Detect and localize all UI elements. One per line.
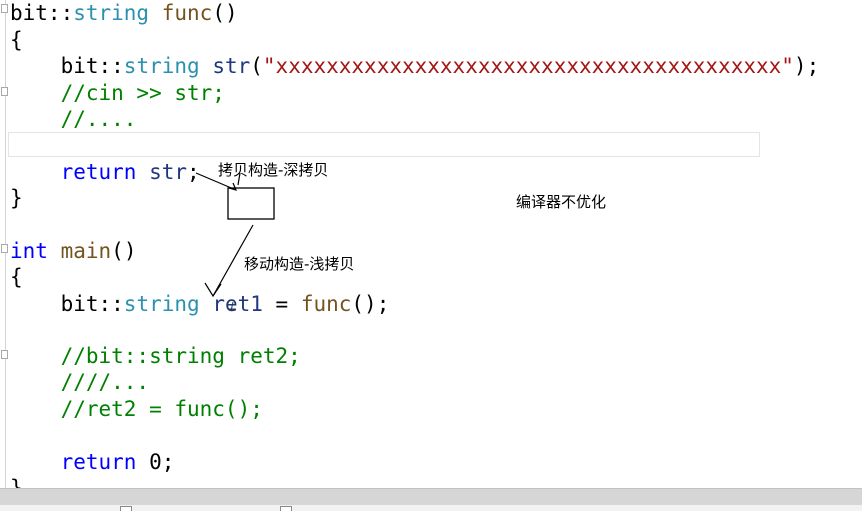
code-token: string [123, 292, 200, 316]
code-token: str [212, 54, 251, 78]
fold-toggle-func[interactable] [1, 4, 8, 13]
code-token: main [60, 239, 112, 263]
code-token: return [60, 450, 137, 474]
code-token: //bit::string ret2; [10, 344, 301, 368]
code-editor[interactable]: bit::string func(){ bit::string str("xxx… [0, 0, 862, 488]
temp-object-box [227, 187, 275, 220]
status-bar [0, 488, 862, 511]
copy-arrowhead [228, 182, 238, 191]
code-token: bit:: [10, 292, 124, 316]
code-line-main-open-brace[interactable]: { [10, 264, 23, 290]
code-line-str-declaration[interactable]: bit::string str("xxxxxxxxxxxxxxxxxxxxxxx… [10, 53, 820, 79]
code-line-main-signature[interactable]: int main() [10, 238, 136, 264]
code-token: string [73, 1, 150, 25]
code-token: { [10, 265, 23, 289]
code-token: (); [351, 292, 390, 316]
code-line-return-str[interactable]: return str; [10, 159, 200, 185]
code-line-slashes-comment[interactable]: ////... [10, 369, 150, 395]
status-box-1 [120, 506, 132, 511]
code-line-return-zero[interactable]: return 0; [10, 449, 175, 475]
code-token: = [262, 292, 301, 316]
code-line-func-open-brace[interactable]: { [10, 27, 23, 53]
code-line-func-close-brace[interactable]: } [10, 185, 23, 211]
code-token: return [60, 160, 137, 184]
code-line-ret1-declaration[interactable]: bit::string ret1 = func(); [10, 291, 390, 317]
code-token: 0; [136, 450, 175, 474]
code-token: } [10, 476, 23, 488]
code-token: } [10, 186, 23, 210]
code-token: () [212, 1, 238, 25]
code-token: ////... [10, 370, 150, 394]
code-token: func [161, 1, 213, 25]
code-token: ret1 [212, 292, 263, 316]
code-token: bit:: [10, 1, 74, 25]
copy-construct-annotation: 拷贝构造-深拷贝 [218, 161, 329, 179]
code-token: func [300, 292, 352, 316]
code-token: //ret2 = func(); [10, 397, 263, 421]
code-token: ); [793, 54, 820, 78]
current-line-highlight [8, 132, 760, 157]
code-line-cin-comment[interactable]: //cin >> str; [10, 80, 225, 106]
code-token: ( [250, 54, 263, 78]
code-token: ; [187, 160, 200, 184]
fold-toggle-comment[interactable] [1, 87, 8, 96]
move-construct-annotation: 移动构造-浅拷贝 [244, 255, 355, 273]
code-line-ret2-decl-comment[interactable]: //bit::string ret2; [10, 343, 301, 369]
no-optimization-annotation: 编译器不优化 [516, 193, 607, 211]
code-token: str [149, 160, 188, 184]
code-line-main-close-brace[interactable]: } [10, 475, 23, 488]
fold-toggle-main[interactable] [1, 244, 8, 253]
status-box-2 [280, 506, 292, 511]
code-token: () [111, 239, 137, 263]
code-token: string [123, 54, 200, 78]
code-token: //cin >> str; [10, 81, 225, 105]
code-token: "xxxxxxxxxxxxxxxxxxxxxxxxxxxxxxxxxxxxxxx… [262, 54, 794, 78]
code-line-func-signature[interactable]: bit::string func() [10, 0, 238, 26]
code-line-ret2-assign-comment[interactable]: //ret2 = func(); [10, 396, 263, 422]
code-token: int [10, 239, 48, 263]
code-token: //.... [10, 107, 137, 131]
code-token: bit:: [10, 54, 124, 78]
code-token: { [10, 28, 23, 52]
code-line-dots-comment[interactable]: //.... [10, 106, 137, 132]
fold-toggle-comment-block[interactable] [1, 350, 8, 359]
